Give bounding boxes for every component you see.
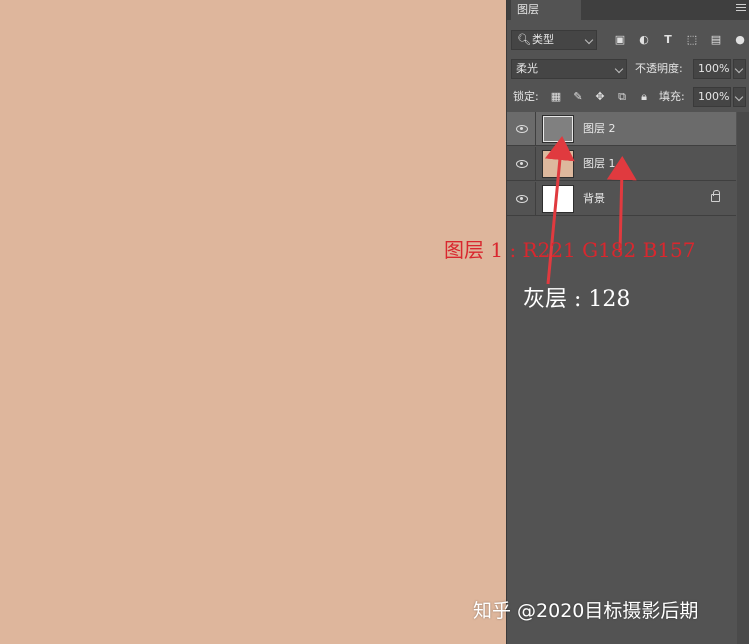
fill-label: 填充: — [659, 90, 685, 103]
filter-row: 🔍︎ 类型 ▣ ◐ T ⬚ ▤ ● — [507, 30, 749, 56]
gray-layer-note: 灰层 : 128 — [523, 287, 631, 312]
smart-object-filter-icon[interactable]: ▤ — [709, 33, 723, 47]
filter-kind-label: 类型 — [532, 33, 554, 46]
layer-name[interactable]: 背景 — [583, 182, 605, 216]
lock-label: 锁定: — [513, 90, 539, 103]
layer-thumbnail — [542, 115, 574, 143]
layer1-color-note: 图层 1 : R221 G182 B157 — [444, 238, 696, 262]
layer-row-background[interactable]: 背景 — [507, 182, 736, 216]
opacity-input[interactable]: 100% — [693, 59, 731, 79]
filter-toggle-icon[interactable]: ● — [733, 33, 747, 47]
shape-filter-icon[interactable]: ⬚ — [685, 33, 699, 47]
divider — [535, 182, 536, 216]
layers-scrollbar[interactable] — [737, 112, 749, 644]
eye-icon[interactable] — [516, 160, 528, 168]
tab-layers[interactable]: 图层 — [511, 0, 581, 20]
blend-mode-value: 柔光 — [516, 62, 538, 75]
document-canvas[interactable] — [0, 0, 506, 644]
chevron-down-icon — [584, 35, 594, 45]
filter-kind-select[interactable]: 🔍︎ 类型 — [511, 30, 597, 50]
type-filter-icon[interactable]: T — [661, 33, 675, 47]
adjustment-filter-icon[interactable]: ◐ — [637, 33, 651, 47]
eye-icon[interactable] — [516, 195, 528, 203]
search-icon: 🔍︎ — [517, 33, 531, 46]
panel-menu-icon[interactable] — [736, 4, 746, 14]
chevron-down-icon — [734, 92, 744, 102]
lock-row: 锁定: ▦ ✎ ✥ ⧉ 🔒︎ 填充: 100% — [507, 87, 749, 113]
eye-icon[interactable] — [516, 125, 528, 133]
lock-paint-icon[interactable]: ✎ — [571, 90, 585, 104]
blend-mode-select[interactable]: 柔光 — [511, 59, 627, 79]
layers-panel: 图层 🔍︎ 类型 ▣ ◐ T ⬚ ▤ ● 柔光 不透明度: 100% 锁定: ▦… — [506, 0, 749, 644]
fill-dropdown[interactable] — [733, 87, 746, 107]
panel-tab-bar: 图层 — [507, 0, 749, 20]
lock-all-icon[interactable]: 🔒︎ — [637, 90, 651, 104]
layer-row-1[interactable]: 图层 1 — [507, 147, 736, 181]
image-filter-icon[interactable]: ▣ — [613, 33, 627, 47]
divider — [535, 112, 536, 146]
layer-name[interactable]: 图层 2 — [583, 112, 616, 146]
chevron-down-icon — [614, 64, 624, 74]
opacity-dropdown[interactable] — [733, 59, 746, 79]
watermark: 知乎 @2020目标摄影后期 — [473, 600, 699, 622]
fill-input[interactable]: 100% — [693, 87, 731, 107]
layer-row-2[interactable]: 图层 2 — [507, 112, 736, 146]
chevron-down-icon — [734, 64, 744, 74]
lock-artboard-icon[interactable]: ⧉ — [615, 90, 629, 104]
blend-row: 柔光 不透明度: 100% — [507, 59, 749, 85]
layer-thumbnail — [542, 185, 574, 213]
divider — [535, 147, 536, 181]
opacity-label: 不透明度: — [635, 62, 683, 75]
lock-icon — [711, 190, 720, 202]
lock-transparency-icon[interactable]: ▦ — [549, 90, 563, 104]
lock-position-icon[interactable]: ✥ — [593, 90, 607, 104]
layer-name[interactable]: 图层 1 — [583, 147, 616, 181]
layer-thumbnail — [542, 150, 574, 178]
